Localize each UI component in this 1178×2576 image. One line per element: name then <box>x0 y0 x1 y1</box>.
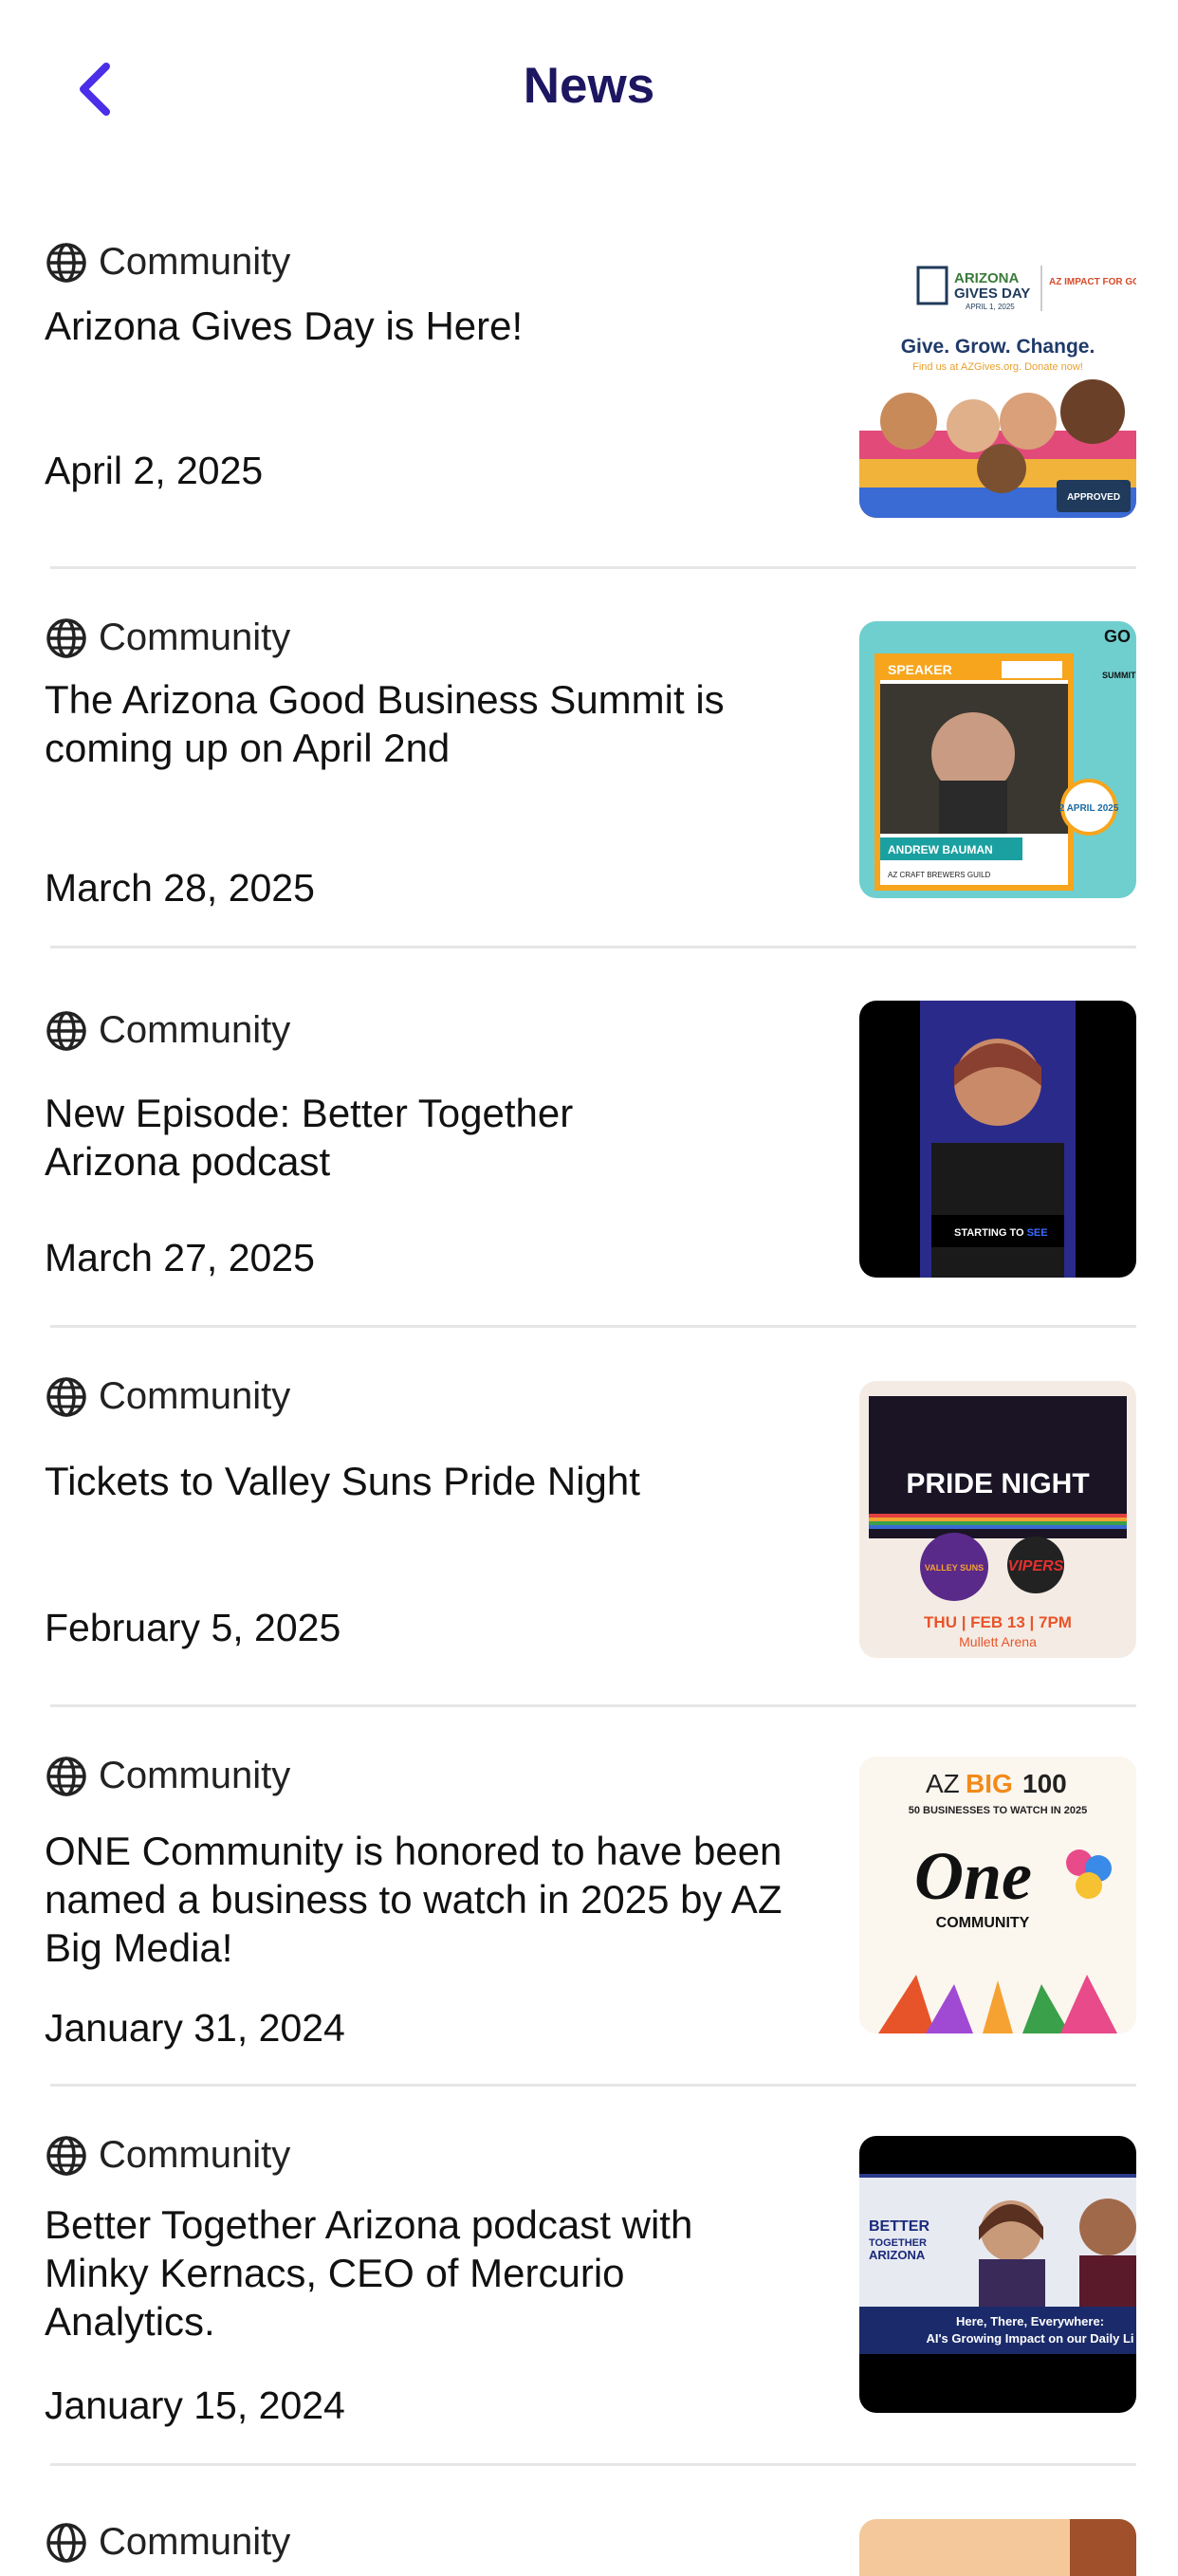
news-item[interactable]: Community The Arizona Good Business Summ… <box>0 569 1178 948</box>
news-title: New Episode: Better Together Arizona pod… <box>45 1091 574 1184</box>
globe-icon <box>46 1010 86 1051</box>
news-category: Community <box>46 1755 290 1797</box>
thumb-text: ARIZONA <box>869 2248 926 2262</box>
thumb-text: ANDREW BAUMAN <box>888 843 993 856</box>
globe-icon <box>46 242 86 283</box>
news-date: February 5, 2025 <box>45 1606 341 1649</box>
thumb-text: 2 APRIL 2025 <box>1059 803 1119 814</box>
news-thumbnail: AZ BIG 100 50 BUSINESSES TO WATCH IN 202… <box>859 1757 1136 2033</box>
news-category-label: Community <box>99 2134 291 2176</box>
news-title: The Arizona Good Business Summit is comi… <box>45 677 725 770</box>
news-title: Arizona Gives Day is Here! <box>45 304 524 348</box>
globe-icon <box>46 1756 86 1796</box>
news-category-label: Community <box>99 1375 291 1417</box>
globe-icon <box>46 617 86 658</box>
svg-text:STARTING TO SEE: STARTING TO SEE <box>954 1227 1048 1239</box>
news-date: January 31, 2024 <box>45 2006 345 2050</box>
thumb-text: 50 BUSINESSES TO WATCH IN 2025 <box>909 1805 1087 1816</box>
nav-header: News <box>0 0 1178 180</box>
news-date: March 27, 2025 <box>45 1236 315 1279</box>
news-item[interactable]: Community <box>0 2466 1178 2576</box>
thumb-text: VIPERS <box>1008 1558 1064 1574</box>
news-title: Tickets to Valley Suns Pride Night <box>45 1459 640 1503</box>
news-thumbnail <box>859 2519 1136 2576</box>
thumb-text: AZ <box>926 1769 960 1798</box>
news-category: Community <box>46 616 290 659</box>
news-item[interactable]: Community Arizona Gives Day is Here! Apr… <box>0 190 1178 569</box>
page-title: News <box>523 58 655 114</box>
news-thumbnail: STARTING TO SEE <box>859 1001 1136 1278</box>
thumb-text: BETTER <box>869 2218 930 2235</box>
thumb-text: BIG <box>966 1769 1013 1798</box>
thumb-text: GO <box>1104 627 1131 646</box>
thumb-text: 100 <box>1022 1769 1067 1798</box>
globe-icon <box>46 1376 86 1417</box>
news-title: Better Together Arizona podcast with Min… <box>45 2202 693 2344</box>
thumb-text: COMMUNITY <box>936 1915 1030 1931</box>
thumb-text: SUMMIT <box>1102 671 1136 680</box>
thumb-text: Give. Grow. Change. <box>901 336 1095 358</box>
thumb-text: AI's Growing Impact on our Daily Li <box>926 2331 1133 2346</box>
news-category-label: Community <box>99 1009 291 1051</box>
thumb-text: SPEAKER <box>888 662 952 677</box>
news-date: March 28, 2025 <box>45 866 315 910</box>
thumb-text: GIVES DAY <box>954 285 1030 302</box>
thumb-text: Mullett Arena <box>959 1634 1037 1649</box>
news-category: Community <box>46 1009 290 1052</box>
news-thumbnail: SPEAKER ANDREW BAUMAN AZ CRAFT BREWERS G… <box>859 621 1136 898</box>
thumb-text: PRIDE NIGHT <box>906 1468 1089 1500</box>
news-thumbnail: BETTER TOGETHER ARIZONA Here, There, Eve… <box>859 2136 1136 2413</box>
news-thumbnail: ARIZONA GIVES DAY APRIL 1, 2025 AZ IMPAC… <box>859 241 1136 518</box>
thumb-text: One <box>914 1838 1032 1914</box>
news-item[interactable]: Community ONE Community is honored to ha… <box>0 1707 1178 2087</box>
news-item[interactable]: Community New Episode: Better Together A… <box>0 948 1178 1328</box>
news-category: Community <box>46 2134 290 2177</box>
thumb-text: AZ CRAFT BREWERS GUILD <box>888 871 991 879</box>
thumb-text: VALLEY SUNS <box>925 1563 984 1573</box>
news-category: Community <box>46 2521 290 2564</box>
thumb-text: Find us at AZGives.org. Donate now! <box>912 361 1083 373</box>
news-category: Community <box>46 1375 290 1418</box>
thumb-text: Here, There, Everywhere: <box>956 2314 1104 2328</box>
thumb-text: AZ IMPACT FOR GOOD <box>1049 277 1136 287</box>
globe-icon <box>46 2522 86 2563</box>
news-category-label: Community <box>99 616 291 658</box>
news-list: Community Arizona Gives Day is Here! Apr… <box>0 190 1178 2466</box>
news-date: January 15, 2024 <box>45 2383 345 2427</box>
news-category-label: Community <box>99 1755 291 1796</box>
thumb-text: STARTING TO <box>954 1227 1027 1239</box>
globe-icon <box>46 2135 86 2176</box>
news-item[interactable]: Community Tickets to Valley Suns Pride N… <box>0 1328 1178 1707</box>
thumb-text: THU | FEB 13 | 7PM <box>924 1613 1072 1631</box>
news-category-label: Community <box>99 241 291 283</box>
news-date: April 2, 2025 <box>45 449 264 492</box>
thumb-text: APRIL 1, 2025 <box>966 303 1015 311</box>
thumb-text: SEE <box>1027 1227 1048 1239</box>
thumb-text: APPROVED <box>1067 492 1120 503</box>
news-category-label: Community <box>99 2521 291 2563</box>
thumb-text: ARIZONA <box>954 270 1019 286</box>
news-item[interactable]: Community Better Together Arizona podcas… <box>0 2087 1178 2466</box>
news-category: Community <box>46 241 290 284</box>
news-title: ONE Community is honored to have been na… <box>45 1829 782 1970</box>
news-thumbnail: PRIDE NIGHT VALLEY SUNS VIPERS THU | FEB… <box>859 1381 1136 1658</box>
